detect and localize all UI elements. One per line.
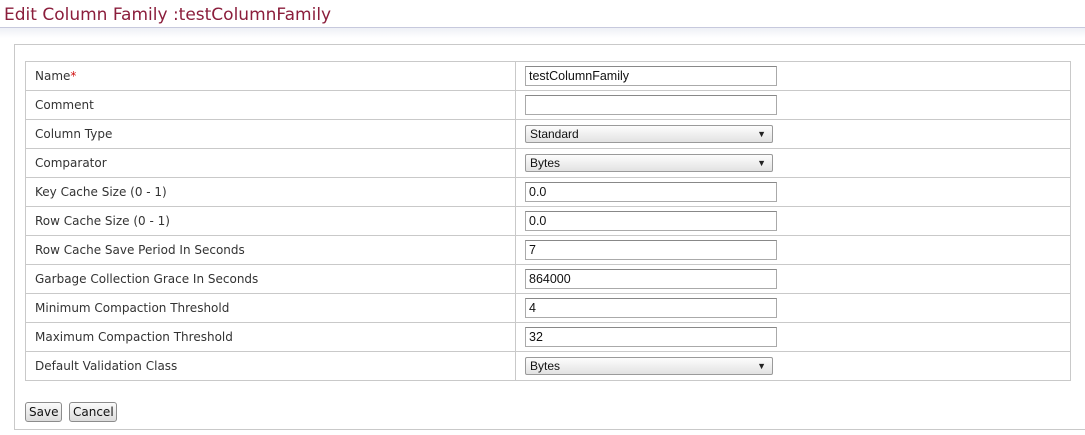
form-row-column-type: Column Type Standard ▼: [25, 119, 1071, 149]
column-type-cell: Standard ▼: [515, 119, 1071, 149]
comparator-value: Bytes: [530, 156, 561, 170]
form-row-default-validation-class: Default Validation Class Bytes ▼: [25, 351, 1071, 381]
page-title: Edit Column Family :testColumnFamily: [4, 5, 332, 25]
form-row-min-compaction: Minimum Compaction Threshold: [25, 293, 1071, 323]
form-row-comparator: Comparator Bytes ▼: [25, 148, 1071, 178]
row-cache-size-label: Row Cache Size (0 - 1): [25, 206, 516, 236]
default-validation-class-select[interactable]: Bytes ▼: [525, 357, 773, 375]
column-family-form: Name* Comment Column Type Standard ▼ Comp…: [25, 61, 1071, 381]
comment-cell: [515, 90, 1071, 120]
cancel-button[interactable]: Cancel: [69, 402, 117, 422]
column-type-value: Standard: [530, 127, 579, 141]
max-compaction-label: Maximum Compaction Threshold: [25, 322, 516, 352]
dropdown-arrow-icon: ▼: [757, 158, 766, 168]
min-compaction-label: Minimum Compaction Threshold: [25, 293, 516, 323]
gc-grace-label: Garbage Collection Grace In Seconds: [25, 264, 516, 294]
default-validation-class-value: Bytes: [530, 359, 561, 373]
row-cache-size-input[interactable]: [525, 211, 777, 231]
max-compaction-cell: [515, 322, 1071, 352]
gc-grace-input[interactable]: [525, 269, 777, 289]
form-row-comment: Comment: [25, 90, 1071, 120]
min-compaction-input[interactable]: [525, 298, 777, 318]
comparator-cell: Bytes ▼: [515, 148, 1071, 178]
form-row-row-cache-size: Row Cache Size (0 - 1): [25, 206, 1071, 236]
name-cell: [515, 61, 1071, 91]
max-compaction-input[interactable]: [525, 327, 777, 347]
key-cache-size-input[interactable]: [525, 182, 777, 202]
default-validation-class-cell: Bytes ▼: [515, 351, 1071, 381]
column-type-select[interactable]: Standard ▼: [525, 125, 773, 143]
row-cache-save-period-label: Row Cache Save Period In Seconds: [25, 235, 516, 265]
form-row-row-cache-save-period: Row Cache Save Period In Seconds: [25, 235, 1071, 265]
default-validation-class-label: Default Validation Class: [25, 351, 516, 381]
row-cache-save-period-cell: [515, 235, 1071, 265]
key-cache-size-cell: [515, 177, 1071, 207]
title-shade: [0, 28, 1085, 38]
dropdown-arrow-icon: ▼: [757, 129, 766, 139]
save-button[interactable]: Save: [25, 402, 62, 422]
comment-label: Comment: [25, 90, 516, 120]
column-type-label: Column Type: [25, 119, 516, 149]
comparator-label: Comparator: [25, 148, 516, 178]
min-compaction-cell: [515, 293, 1071, 323]
comment-input[interactable]: [525, 95, 777, 115]
comparator-select[interactable]: Bytes ▼: [525, 154, 773, 172]
key-cache-size-label: Key Cache Size (0 - 1): [25, 177, 516, 207]
gc-grace-cell: [515, 264, 1071, 294]
form-row-gc-grace: Garbage Collection Grace In Seconds: [25, 264, 1071, 294]
row-cache-save-period-input[interactable]: [525, 240, 777, 260]
form-row-key-cache-size: Key Cache Size (0 - 1): [25, 177, 1071, 207]
form-row-max-compaction: Maximum Compaction Threshold: [25, 322, 1071, 352]
dropdown-arrow-icon: ▼: [757, 361, 766, 371]
row-cache-size-cell: [515, 206, 1071, 236]
name-label: Name*: [25, 61, 516, 91]
form-row-name: Name*: [25, 61, 1071, 91]
required-marker: *: [70, 69, 77, 83]
name-input[interactable]: [525, 66, 777, 86]
